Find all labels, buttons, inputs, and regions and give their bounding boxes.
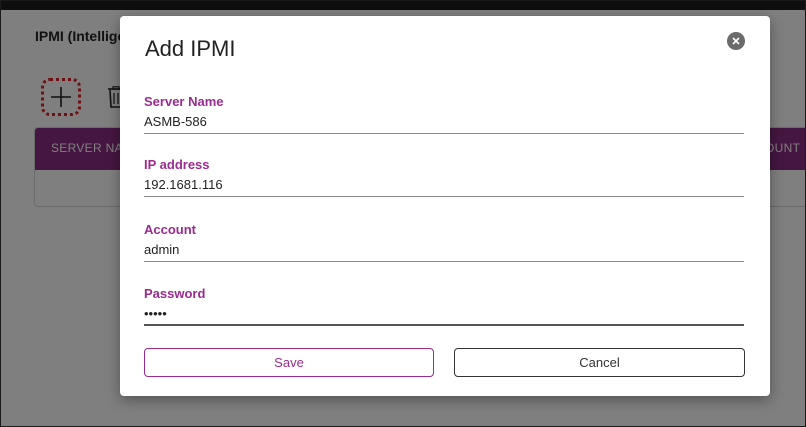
- app-window: IPMI (Intellige SERVER NAM OUNT Add IPMI…: [0, 0, 806, 427]
- close-icon[interactable]: [727, 32, 745, 50]
- account-input[interactable]: [144, 238, 744, 262]
- server-name-label: Server Name: [144, 94, 224, 109]
- add-ipmi-dialog: Add IPMI Server Name IP address Account …: [120, 16, 770, 396]
- ip-address-label: IP address: [144, 157, 210, 172]
- password-label: Password: [144, 286, 206, 301]
- ip-address-field: IP address: [144, 157, 744, 197]
- save-button[interactable]: Save: [144, 348, 434, 377]
- dialog-title: Add IPMI: [145, 36, 236, 61]
- cancel-button[interactable]: Cancel: [454, 348, 745, 377]
- account-field: Account: [144, 222, 744, 262]
- ip-address-input[interactable]: [144, 173, 744, 197]
- close-x-glyph: [732, 37, 740, 45]
- server-name-input[interactable]: [144, 110, 744, 134]
- password-input[interactable]: [144, 302, 744, 326]
- server-name-field: Server Name: [144, 94, 744, 134]
- password-field: Password: [144, 286, 744, 326]
- account-label: Account: [144, 222, 196, 237]
